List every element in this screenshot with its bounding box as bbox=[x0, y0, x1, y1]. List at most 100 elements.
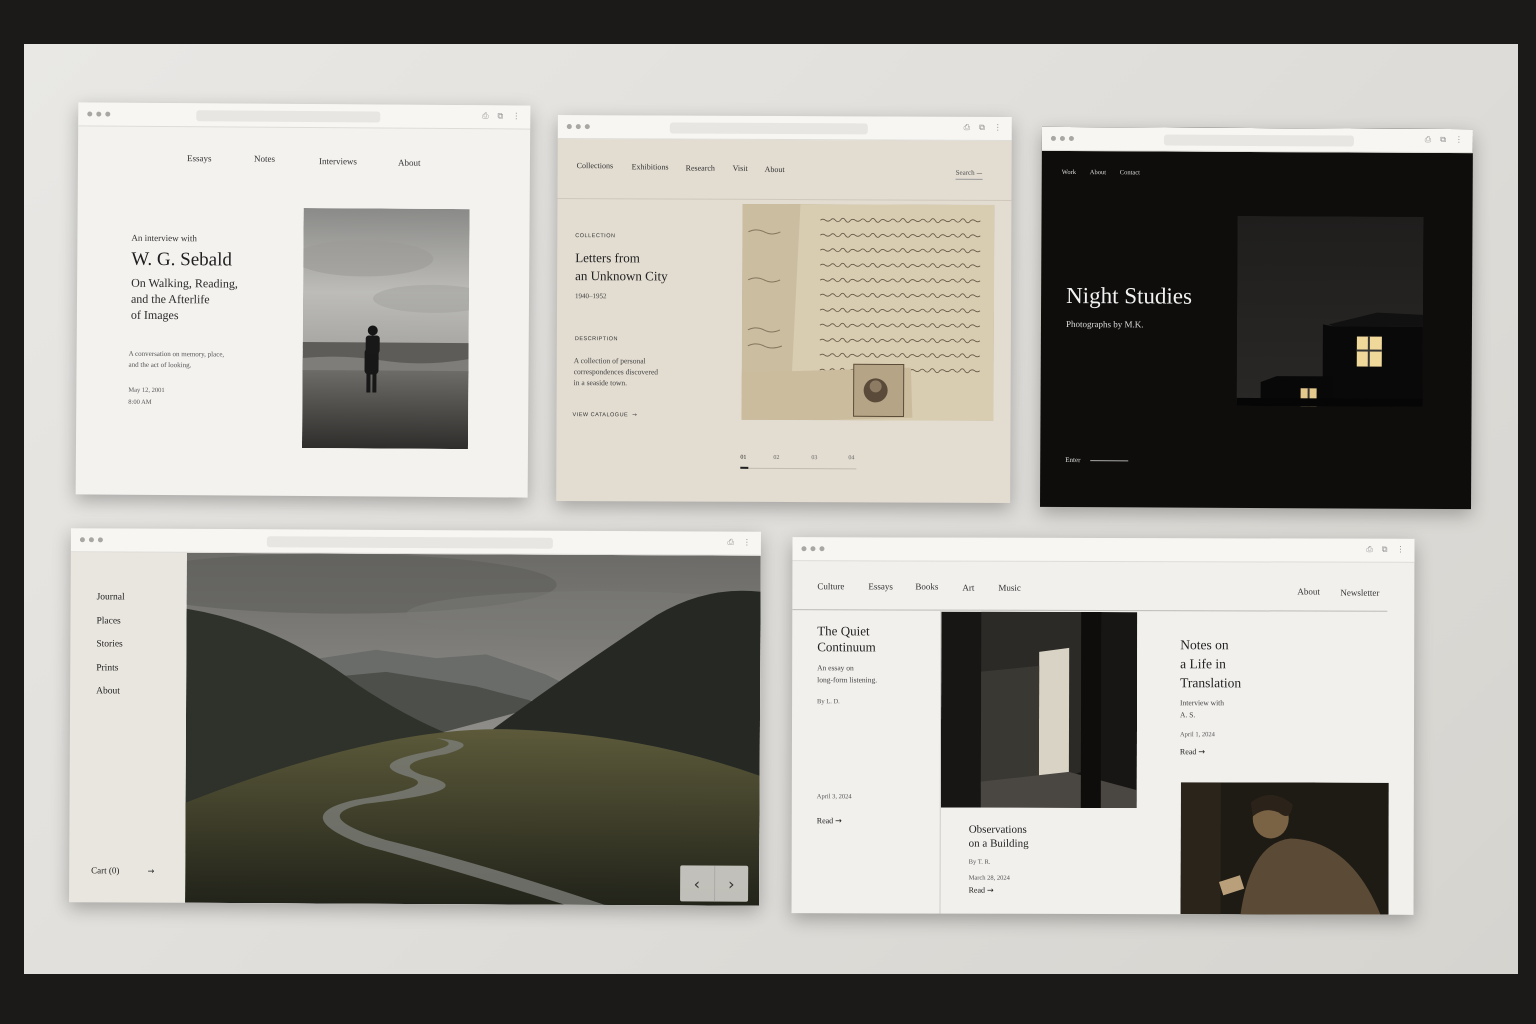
article-3-read[interactable]: Read → bbox=[1180, 747, 1241, 756]
article-1-read[interactable]: Read → bbox=[817, 816, 842, 825]
window-controls[interactable] bbox=[566, 124, 590, 130]
event-date: May 12, 2001 bbox=[128, 386, 165, 395]
view-catalogue-link[interactable]: VIEW CATALOGUE → bbox=[573, 412, 638, 418]
nav-culture[interactable]: Culture bbox=[817, 581, 844, 591]
letters-photo bbox=[741, 203, 995, 421]
address-bar[interactable] bbox=[669, 122, 868, 135]
nav-collections[interactable]: Collections bbox=[577, 161, 613, 170]
nav-about[interactable]: About bbox=[1090, 169, 1106, 176]
prev-button[interactable]: ‹ bbox=[680, 865, 715, 902]
menu-icon[interactable]: ⋮ bbox=[1396, 545, 1404, 555]
nav-exhibitions[interactable]: Exhibitions bbox=[632, 162, 669, 171]
browser-window-collection: ⎙ ⧉ ⋮ Collections Exhibitions Research Vis… bbox=[556, 115, 1012, 503]
nav-work[interactable]: Work bbox=[1062, 169, 1076, 176]
menu-icon[interactable]: ⋮ bbox=[512, 111, 520, 121]
address-bar[interactable] bbox=[1163, 134, 1354, 147]
cart-link[interactable]: Cart (0) → bbox=[91, 865, 154, 875]
tabs-icon[interactable]: ⧉ bbox=[1440, 135, 1446, 145]
nav-interviews[interactable]: Interviews bbox=[319, 156, 357, 166]
house-at-night-photo bbox=[1236, 215, 1424, 407]
subtitle: On Walking, Reading, and the Afterlife of … bbox=[130, 275, 238, 323]
page-2[interactable]: 02 bbox=[773, 455, 779, 461]
window-controls[interactable] bbox=[87, 111, 111, 117]
arrow-icon: → bbox=[632, 412, 638, 419]
page-3[interactable]: 03 bbox=[811, 455, 817, 461]
article-1-byline: By L. D. bbox=[817, 698, 840, 706]
address-bar[interactable] bbox=[196, 110, 381, 123]
nav-visit[interactable]: Visit bbox=[733, 164, 748, 173]
nav-music[interactable]: Music bbox=[998, 583, 1021, 593]
arrow-icon: → bbox=[835, 816, 842, 826]
share-icon[interactable]: ⎙ bbox=[727, 538, 733, 548]
address-bar[interactable] bbox=[266, 536, 553, 549]
window-controls[interactable] bbox=[801, 546, 825, 552]
share-icon[interactable]: ⎙ bbox=[1425, 135, 1431, 145]
article-2-date: March 28, 2024 bbox=[968, 874, 1010, 882]
article-3-date: April 1, 2024 bbox=[1179, 731, 1215, 739]
menu-icon[interactable]: ⋮ bbox=[743, 538, 751, 548]
nav-about[interactable]: About bbox=[398, 158, 421, 168]
sidebar-item-places[interactable]: Places bbox=[96, 610, 124, 634]
reading-woman-photo bbox=[1180, 782, 1389, 915]
menu-icon[interactable]: ⋮ bbox=[1455, 135, 1463, 145]
nav-books[interactable]: Books bbox=[915, 582, 938, 592]
tabs-icon[interactable]: ⧉ bbox=[1382, 545, 1388, 555]
nav-about[interactable]: About bbox=[1297, 587, 1320, 597]
nav-newsletter[interactable]: Newsletter bbox=[1340, 588, 1379, 598]
search-link[interactable]: Search — bbox=[955, 168, 983, 180]
share-icon[interactable]: ⎙ bbox=[964, 123, 970, 133]
window-controls[interactable] bbox=[1050, 135, 1074, 142]
carousel-controls: ‹ › bbox=[680, 865, 749, 902]
window-controls[interactable] bbox=[79, 537, 103, 543]
article-3[interactable]: Notes on a Life in Translation Interview w… bbox=[1180, 635, 1241, 756]
chevron-right-icon: › bbox=[728, 874, 735, 894]
sidebar-item-stories[interactable]: Stories bbox=[96, 633, 124, 657]
section-label: COLLECTION bbox=[575, 233, 616, 240]
pagination-track bbox=[740, 467, 857, 470]
subtitle: Photographs by M.K. bbox=[1065, 319, 1144, 330]
enter-line bbox=[1090, 460, 1129, 462]
sidebar-item-prints[interactable]: Prints bbox=[96, 657, 124, 681]
page-title: W. G. Sebald bbox=[131, 248, 232, 271]
nav-contact[interactable]: Contact bbox=[1120, 169, 1140, 176]
article-1-title: The Quiet Continuum bbox=[817, 623, 876, 655]
article-1-desc: An essay on long-form listening. bbox=[817, 663, 878, 685]
article-2[interactable]: Observations on a Building By T. R. March… bbox=[969, 823, 1029, 895]
article-1[interactable]: The Quiet Continuum An essay on long-form … bbox=[817, 623, 937, 705]
nav-about[interactable]: About bbox=[765, 165, 785, 174]
nav-notes[interactable]: Notes bbox=[254, 154, 275, 164]
nav-art[interactable]: Art bbox=[962, 583, 974, 593]
page-4[interactable]: 04 bbox=[848, 455, 854, 461]
chevron-left-icon: ‹ bbox=[693, 873, 701, 893]
enter-link[interactable]: Enter bbox=[1065, 456, 1129, 464]
beach-figure-photo bbox=[301, 208, 470, 450]
page-title: Night Studies bbox=[1066, 283, 1193, 309]
article-2-title: Observations on a Building bbox=[968, 823, 1029, 850]
share-icon[interactable]: ⎙ bbox=[1366, 545, 1372, 555]
tabs-icon[interactable]: ⧉ bbox=[979, 123, 985, 133]
arrow-icon: — bbox=[976, 169, 983, 177]
browser-window-night-studies: ⎙ ⧉ ⋮ Work About Contact Night Studies Pho… bbox=[1040, 126, 1473, 510]
share-icon[interactable]: ⎙ bbox=[482, 111, 488, 121]
menu-icon[interactable]: ⋮ bbox=[994, 123, 1002, 133]
kicker: An interview with bbox=[131, 232, 197, 244]
tabs-icon[interactable]: ⧉ bbox=[498, 111, 504, 121]
sidebar-item-journal[interactable]: Journal bbox=[97, 586, 125, 610]
arrow-icon: → bbox=[1198, 747, 1206, 757]
article-1-date: April 3, 2024 bbox=[816, 793, 852, 801]
nav-research[interactable]: Research bbox=[686, 164, 715, 173]
next-button[interactable]: › bbox=[715, 866, 749, 902]
browser-chrome: ⎙ ⧉ ⋮ bbox=[78, 102, 531, 130]
browser-chrome: ⎙ ⧉ ⋮ bbox=[792, 537, 1415, 563]
browser-chrome: ⎙ ⧉ ⋮ bbox=[1041, 126, 1473, 154]
sidebar-item-about[interactable]: About bbox=[96, 680, 124, 704]
event-time: 8:00 AM bbox=[128, 398, 152, 406]
article-2-read[interactable]: Read → bbox=[969, 886, 1029, 895]
nav-essays[interactable]: Essays bbox=[868, 581, 893, 591]
page-title: Letters from an Unknown City bbox=[575, 250, 668, 284]
page-1[interactable]: 01 bbox=[740, 455, 746, 461]
description-label: DESCRIPTION bbox=[574, 336, 618, 343]
browser-window-interview: ⎙ ⧉ ⋮ Essays Notes Interviews About An int… bbox=[75, 102, 531, 498]
nav-essays[interactable]: Essays bbox=[187, 153, 212, 163]
pagination-active bbox=[740, 466, 749, 469]
